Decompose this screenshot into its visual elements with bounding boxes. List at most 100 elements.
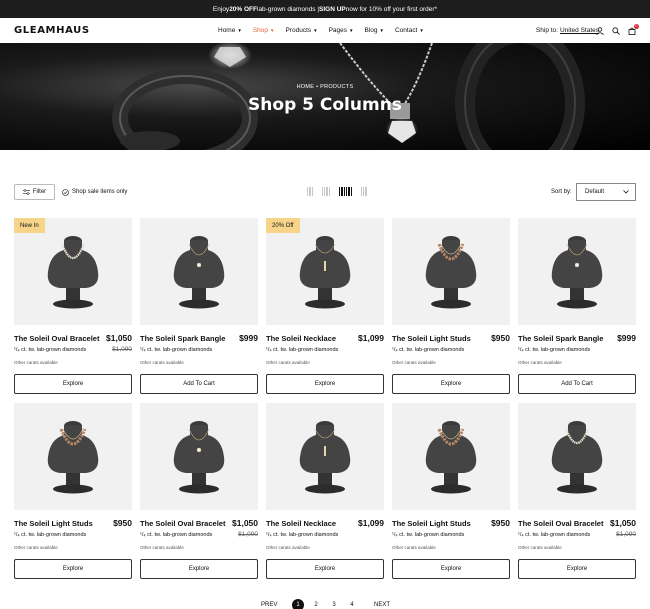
product-price: $1,050 [610,518,636,528]
product-price: $1,099 [358,333,384,343]
nav-blog-label: Blog [364,27,378,34]
product-action-button[interactable]: Explore [266,374,384,394]
product-action-button[interactable]: Explore [266,559,384,579]
product-card[interactable]: The Soleil Oval Bracelet $1,050 $1,090 ¹/₄ … [140,403,258,579]
cart-icon[interactable]: 0 [628,23,639,35]
breadcrumb-home[interactable]: HOME [297,84,315,90]
product-action-button[interactable]: Explore [518,559,636,579]
product-action-button[interactable]: Explore [14,559,132,579]
product-description: ¹/₄ ct. tw. lab-grown diamonds [266,347,339,353]
announcement-signup[interactable]: SIGN UP [319,6,346,13]
product-image[interactable] [266,403,384,510]
filter-button[interactable]: Filter [14,184,55,200]
view-5-columns-icon[interactable] [339,187,352,196]
product-name[interactable]: The Soleil Necklace [266,334,336,343]
product-description: ¹/₄ ct. tw. lab-grown diamonds [14,347,87,353]
product-price: $950 [491,333,510,343]
product-price: $1,050 [232,518,258,528]
product-card[interactable]: The Soleil Necklace $1,099 ¹/₄ ct. tw. lab… [266,403,384,579]
product-carat-note: Other carats available [14,545,58,550]
product-image[interactable] [14,403,132,510]
filter-label: Filter [32,189,47,195]
nav-blog[interactable]: Blog ▼ [365,27,384,34]
product-description: ¹/₄ ct. tw. lab-grown diamonds [518,532,591,538]
product-action-button[interactable]: Explore [392,374,510,394]
view-3-columns-icon[interactable] [321,187,331,196]
announcement-pre: Enjoy [212,5,230,13]
product-name[interactable]: The Soleil Oval Bracelet [140,519,225,528]
sort-select[interactable]: Default [576,183,636,201]
product-image[interactable] [140,218,258,325]
pagination-page-2[interactable]: 2 [310,599,322,609]
product-name[interactable]: The Soleil Spark Bangle [140,334,225,343]
view-list-icon[interactable] [360,187,367,196]
product-card[interactable]: 20% Off The Soleil Necklace $1,099 ¹/₄ ct. … [266,218,384,394]
main-nav: Home ▼ Shop ▼ Products ▼ Pages ▼ Blog ▼ Conta… [218,18,424,43]
product-card[interactable]: The Soleil Light Studs $950 ¹/₄ ct. tw. la… [14,403,132,579]
product-card[interactable]: The Soleil Spark Bangle $999 ¹/₄ ct. tw. l… [140,218,258,394]
product-action-button[interactable]: Explore [14,374,132,394]
nav-contact[interactable]: Contact ▼ [395,27,424,34]
product-action-button[interactable]: Add To Cart [140,374,258,394]
pagination-prev[interactable]: PREV [261,599,277,609]
nav-products[interactable]: Products ▼ [285,27,317,34]
necklace-bust-image [173,421,225,494]
product-card[interactable]: The Soleil Oval Bracelet $1,050 $1,090 ¹/₄ … [518,403,636,579]
breadcrumb-current: PRODUCTS [320,84,354,90]
account-icon[interactable] [596,26,604,35]
pagination-next[interactable]: NEXT [374,599,390,609]
product-name[interactable]: The Soleil Oval Bracelet [14,334,99,343]
product-name[interactable]: The Soleil Necklace [266,519,336,528]
announcement-post: now for 10% off your first order* [345,5,438,13]
product-description: ¹/₄ ct. tw. lab-grown diamonds [140,532,213,538]
search-icon[interactable] [612,26,620,35]
pagination: PREV 1 2 3 4 NEXT [0,599,650,609]
product-name[interactable]: The Soleil Light Studs [392,334,471,343]
product-carat-note: Other carats available [140,360,184,365]
product-old-price: $1,090 [616,531,636,538]
chevron-down-icon: ▼ [313,28,318,33]
product-name[interactable]: The Soleil Light Studs [392,519,471,528]
product-card[interactable]: The Soleil Light Studs $950 ¹/₄ ct. tw. la… [392,218,510,394]
product-image[interactable] [392,403,510,510]
nav-shop-label: Shop [252,27,268,34]
product-card[interactable]: The Soleil Spark Bangle $999 ¹/₄ ct. tw. l… [518,218,636,394]
product-carat-note: Other carats available [392,360,436,365]
product-card[interactable]: New In The Soleil Oval Bracelet $1,050 $1,0… [14,218,132,394]
ship-to-country[interactable]: United States [560,27,599,34]
product-description: ¹/₄ ct. tw. lab-grown diamonds [140,347,213,353]
pagination-page-4[interactable]: 4 [346,599,358,609]
product-action-button[interactable]: Add To Cart [518,374,636,394]
product-image[interactable] [518,403,636,510]
product-carat-note: Other carats available [518,360,562,365]
filter-icon [22,189,30,195]
sale-toggle[interactable]: Shop sale items only [62,183,127,201]
product-action-button[interactable]: Explore [392,559,510,579]
chevron-down-icon: ▼ [379,28,384,33]
nav-pages[interactable]: Pages ▼ [329,27,354,34]
product-card[interactable]: The Soleil Light Studs $950 ¹/₄ ct. tw. la… [392,403,510,579]
nav-pages-label: Pages [328,27,348,34]
ship-to-selector[interactable]: Ship to: United States [536,18,599,43]
product-carat-note: Other carats available [518,545,562,550]
nav-shop[interactable]: Shop ▼ [253,27,275,34]
product-price: $1,099 [358,518,384,528]
product-image[interactable]: 20% Off [266,218,384,325]
product-image[interactable] [140,403,258,510]
logo[interactable]: GLEAMHAUS [14,25,90,36]
pagination-page-1[interactable]: 1 [292,599,304,609]
product-name[interactable]: The Soleil Light Studs [14,519,93,528]
nav-home[interactable]: Home ▼ [218,27,242,34]
view-2-columns-icon[interactable] [307,187,313,196]
product-tag: 20% Off [266,218,300,233]
product-image[interactable] [392,218,510,325]
product-image[interactable] [518,218,636,325]
product-tag: New In [14,218,45,233]
product-name[interactable]: The Soleil Oval Bracelet [518,519,603,528]
product-image[interactable]: New In [14,218,132,325]
product-name[interactable]: The Soleil Spark Bangle [518,334,603,343]
pagination-page-3[interactable]: 3 [328,599,340,609]
product-price: $950 [491,518,510,528]
product-old-price: $1,090 [112,346,132,353]
product-action-button[interactable]: Explore [140,559,258,579]
